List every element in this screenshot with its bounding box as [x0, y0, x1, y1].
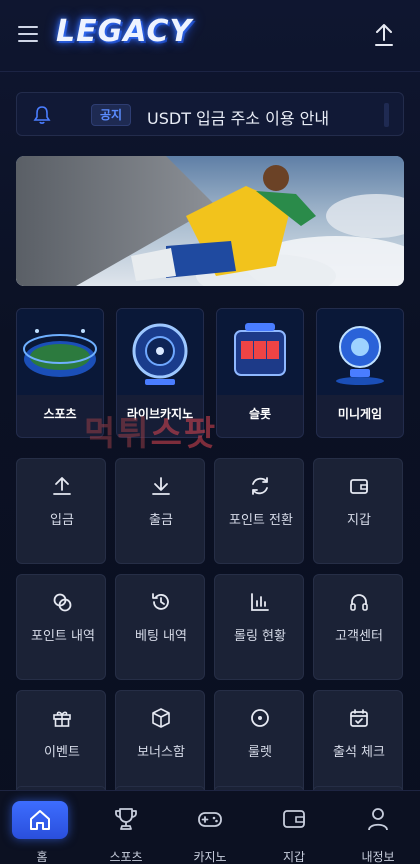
game-card-label: 슬롯	[248, 407, 272, 421]
target-icon	[251, 709, 269, 727]
bottom-nav: 홈 스포츠 카지노 지갑 내정보	[0, 790, 420, 864]
box-icon	[152, 708, 170, 728]
menu-bet-history[interactable]: 베팅 내역	[115, 574, 205, 680]
menu-withdraw[interactable]: 출금	[115, 458, 205, 564]
notice-bar[interactable]: 공지 USDT 입금 주소 이용 안내	[16, 92, 404, 136]
menu-customer-center[interactable]: 고객센터	[313, 574, 403, 680]
nav-label: 홈	[36, 850, 48, 864]
menu-label: 베팅 내역	[135, 629, 187, 644]
page: LEGACY 공지 USDT 입금 주소 이용 안내 스포츠 라이브카지노 슬롯…	[0, 0, 420, 864]
notice-badge: 공지	[91, 104, 132, 126]
notice-text[interactable]: USDT 입금 주소 이용 안내	[147, 105, 329, 129]
bell-icon	[33, 106, 51, 124]
promo-banner[interactable]	[16, 156, 404, 286]
nav-home[interactable]: 홈	[0, 801, 84, 864]
menu-deposit[interactable]: 입금	[16, 458, 106, 564]
user-icon	[368, 808, 388, 831]
menu-point-history[interactable]: 포인트 내역	[16, 574, 106, 680]
nav-label: 스포츠	[109, 850, 143, 864]
upload-icon	[53, 477, 71, 495]
nav-label: 카지노	[193, 850, 227, 864]
menu-label: 룰렛	[248, 745, 272, 760]
wallet-icon	[350, 479, 368, 494]
refresh-icon	[252, 477, 268, 495]
watermark: 먹튀스팟	[84, 406, 217, 455]
menu-wallet[interactable]: 지갑	[313, 458, 403, 564]
nav-sports[interactable]: 스포츠	[84, 801, 168, 864]
nav-my-info[interactable]: 내정보	[336, 801, 420, 864]
home-icon	[30, 810, 50, 830]
banner-image	[16, 156, 404, 286]
nav-wallet[interactable]: 지갑	[252, 801, 336, 864]
watermark-text: 먹튀	[84, 414, 151, 454]
share-upload-icon[interactable]	[372, 22, 396, 48]
logo[interactable]: LEGACY	[56, 14, 192, 49]
game-card-slot[interactable]: 슬롯	[216, 308, 304, 438]
game-card-label: 미니게임	[337, 407, 383, 421]
menu-label: 포인트 내역	[31, 629, 95, 644]
roulette-icon	[117, 309, 203, 395]
menu-label: 롤링 현황	[234, 629, 286, 644]
coins-icon	[53, 593, 72, 612]
gamepad-icon	[198, 812, 222, 827]
menu-label: 입금	[50, 513, 74, 528]
menu-label: 보너스함	[137, 745, 185, 760]
headset-icon	[350, 594, 368, 611]
wallet-icon	[283, 810, 305, 828]
calendar-check-icon	[350, 709, 368, 727]
menu-label: 고객센터	[335, 629, 383, 644]
menu-label: 지갑	[347, 513, 371, 528]
history-icon	[152, 593, 169, 610]
watermark-text: 스팟	[150, 414, 218, 454]
gift-icon	[53, 711, 71, 727]
download-icon	[152, 477, 170, 495]
menu-event[interactable]: 이벤트	[16, 690, 106, 796]
trophy-icon	[115, 808, 137, 830]
nav-label: 내정보	[361, 850, 395, 864]
menu-point-convert[interactable]: 포인트 전환	[214, 458, 304, 564]
menu-label: 이벤트	[44, 745, 80, 760]
trophy-orb-icon	[317, 309, 403, 395]
menu-roulette[interactable]: 룰렛	[214, 690, 304, 796]
menu-bonus-box[interactable]: 보너스함	[115, 690, 205, 796]
nav-label: 지갑	[282, 850, 306, 864]
menu-label: 출금	[149, 513, 173, 528]
menu-icon[interactable]	[18, 26, 38, 42]
menu-rolling-status[interactable]: 롤링 현황	[214, 574, 304, 680]
stadium-icon	[17, 309, 103, 395]
menu-label: 포인트 전환	[229, 513, 293, 528]
header: LEGACY	[0, 0, 420, 72]
game-card-minigame[interactable]: 미니게임	[316, 308, 404, 438]
slot-machine-icon	[217, 309, 303, 395]
menu-label: 출석 체크	[333, 745, 385, 760]
nav-casino[interactable]: 카지노	[168, 801, 252, 864]
menu-attendance[interactable]: 출석 체크	[313, 690, 403, 796]
notice-scroll-indicator	[384, 103, 389, 127]
bar-chart-icon	[251, 593, 269, 611]
